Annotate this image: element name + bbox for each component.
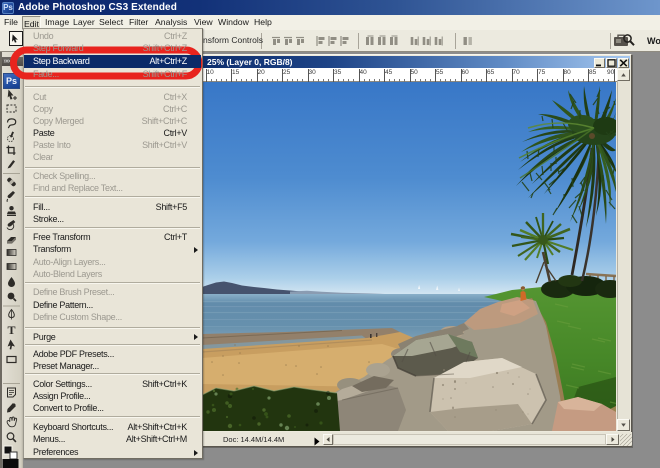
svg-text:T: T: [7, 323, 15, 337]
